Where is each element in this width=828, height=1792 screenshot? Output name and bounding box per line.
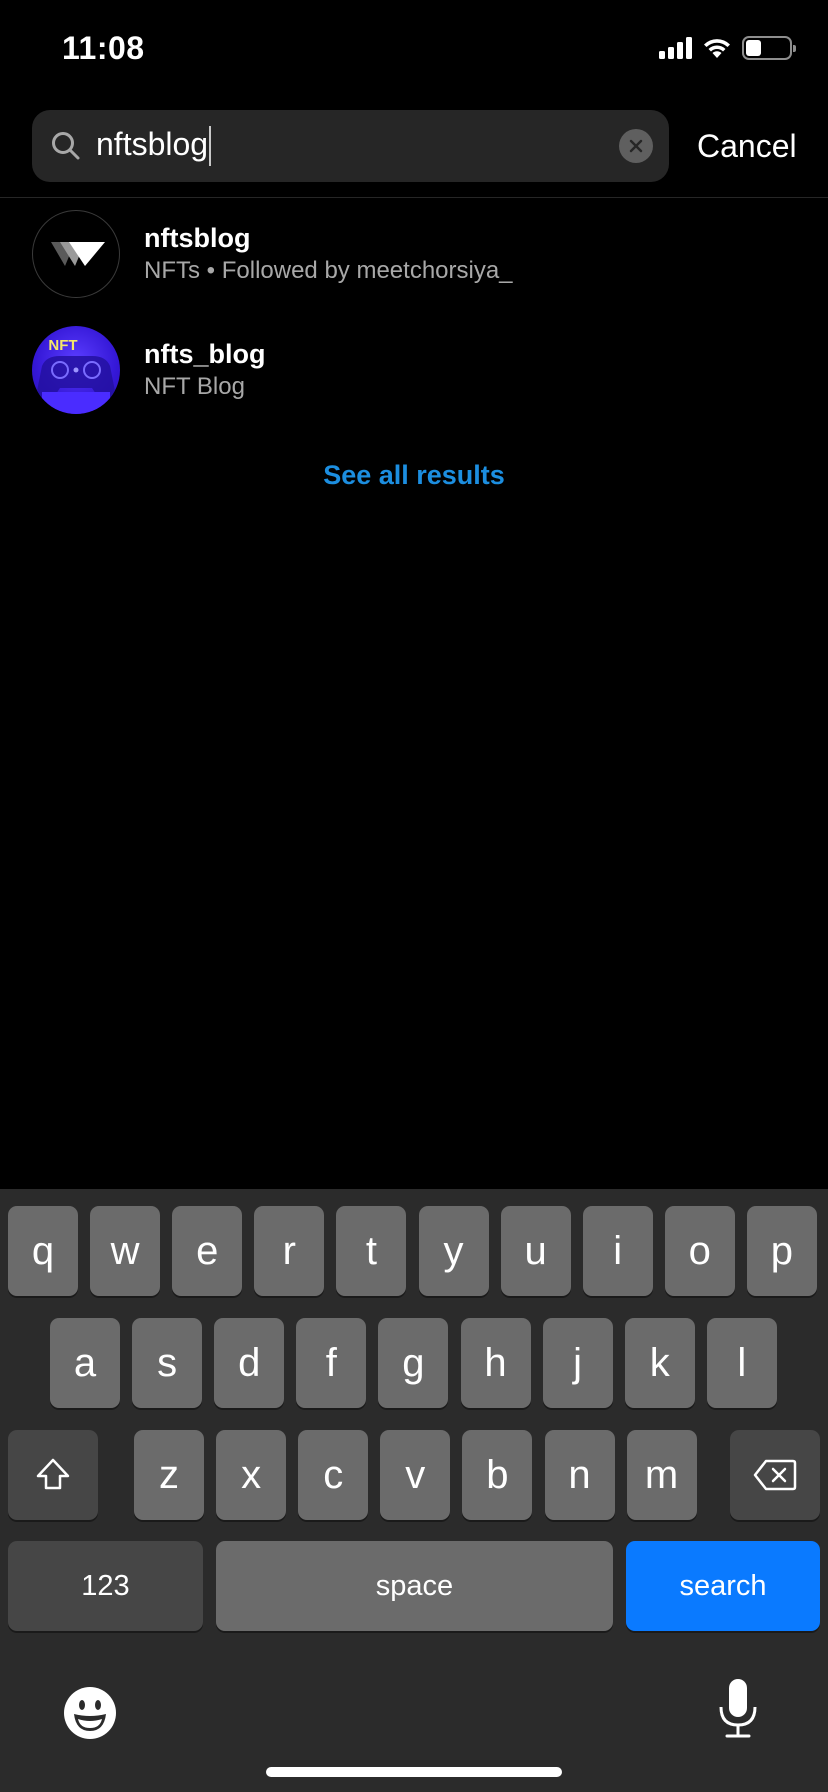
w-logo-icon (51, 242, 105, 266)
emoji-icon[interactable] (62, 1685, 118, 1741)
key-l[interactable]: l (706, 1318, 777, 1408)
key-n[interactable]: n (544, 1430, 615, 1520)
result-username: nfts_blog (144, 339, 266, 369)
microphone-icon[interactable] (714, 1677, 762, 1741)
search-row: nftsblog Cancel (32, 110, 828, 182)
keyboard: qwertyuiop asdfghjkl zxcvbnm 123 space s… (0, 1189, 828, 1792)
key-o[interactable]: o (664, 1206, 735, 1296)
status-bar: 11:08 (0, 0, 828, 100)
key-b[interactable]: b (462, 1430, 533, 1520)
key-v[interactable]: v (380, 1430, 451, 1520)
result-subtitle: NFTs • Followed by meetchorsiya_ (144, 257, 513, 284)
key-y[interactable]: y (418, 1206, 489, 1296)
key-c[interactable]: c (298, 1430, 369, 1520)
key-h[interactable]: h (460, 1318, 531, 1408)
shift-key[interactable] (8, 1430, 98, 1520)
avatar-nft-text: NFT (48, 337, 77, 354)
search-input[interactable]: nftsblog (96, 126, 619, 167)
key-p[interactable]: p (746, 1206, 817, 1296)
status-icons (659, 36, 796, 60)
see-all-results-link[interactable]: See all results (0, 460, 828, 491)
space-key[interactable]: space (216, 1541, 613, 1631)
wifi-icon (704, 39, 730, 58)
header-divider (0, 197, 828, 198)
key-u[interactable]: u (500, 1206, 571, 1296)
clear-search-button[interactable] (619, 129, 653, 163)
shift-arrow-icon (36, 1458, 70, 1490)
battery-icon (742, 36, 796, 60)
result-username: nftsblog (144, 223, 251, 253)
status-time: 11:08 (62, 30, 145, 66)
home-indicator[interactable] (266, 1767, 562, 1777)
key-k[interactable]: k (624, 1318, 695, 1408)
key-a[interactable]: a (50, 1318, 120, 1408)
key-g[interactable]: g (378, 1318, 449, 1408)
key-r[interactable]: r (254, 1206, 325, 1296)
result-subtitle: NFT Blog (144, 373, 245, 400)
key-x[interactable]: x (216, 1430, 287, 1520)
key-m[interactable]: m (626, 1430, 697, 1520)
text-caret (209, 126, 212, 167)
search-input-value: nftsblog (96, 125, 209, 162)
key-q[interactable]: q (8, 1206, 78, 1296)
search-icon (52, 132, 80, 160)
search-field[interactable]: nftsblog (32, 110, 669, 182)
key-i[interactable]: i (582, 1206, 653, 1296)
backspace-icon (753, 1459, 797, 1491)
search-key[interactable]: search (626, 1541, 820, 1631)
search-result-item[interactable]: nftsblog NFTs • Followed by meetchorsiya… (32, 210, 513, 298)
delete-key[interactable] (730, 1430, 820, 1520)
numbers-key[interactable]: 123 (8, 1541, 203, 1631)
key-s[interactable]: s (132, 1318, 203, 1408)
key-z[interactable]: z (134, 1430, 204, 1520)
key-e[interactable]: e (172, 1206, 243, 1296)
key-d[interactable]: d (214, 1318, 285, 1408)
cancel-button[interactable]: Cancel (697, 128, 797, 165)
cellular-signal-icon (659, 37, 692, 59)
search-result-item[interactable]: NFT nfts_blog NFT Blog (32, 326, 266, 414)
key-f[interactable]: f (296, 1318, 367, 1408)
key-t[interactable]: t (336, 1206, 407, 1296)
avatar (32, 210, 120, 298)
close-icon (629, 139, 643, 153)
gamepad-icon: NFT (35, 337, 117, 414)
key-w[interactable]: w (90, 1206, 161, 1296)
key-j[interactable]: j (542, 1318, 613, 1408)
avatar: NFT (32, 326, 120, 414)
